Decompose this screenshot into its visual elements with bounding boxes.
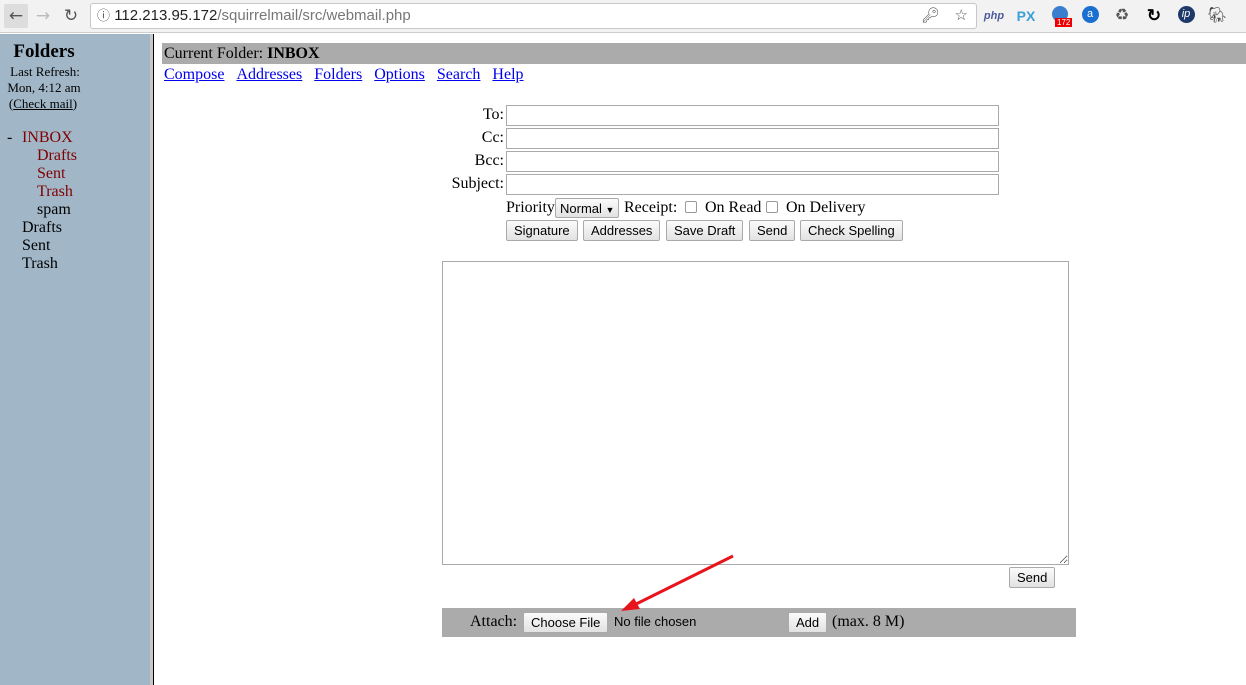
arrow-head [621, 598, 640, 611]
red-arrow-annotation [621, 554, 734, 611]
arrow-line [631, 554, 734, 608]
